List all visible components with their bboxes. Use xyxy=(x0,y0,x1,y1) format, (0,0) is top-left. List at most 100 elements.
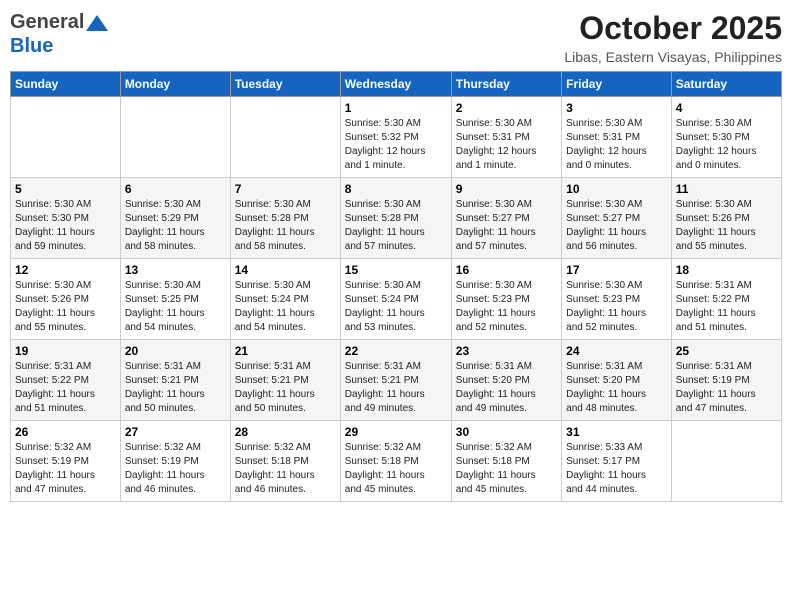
day-number: 1 xyxy=(345,101,447,115)
weekday-header-monday: Monday xyxy=(120,72,230,97)
day-number: 26 xyxy=(15,425,116,439)
day-info: Sunrise: 5:30 AM Sunset: 5:31 PM Dayligh… xyxy=(566,117,667,173)
day-number: 12 xyxy=(15,263,116,277)
calendar-cell: 23 Sunrise: 5:31 AM Sunset: 5:20 PM Dayli… xyxy=(451,340,561,421)
day-number: 19 xyxy=(15,344,116,358)
calendar-cell: 11Sunrise: 5:30 AM Sunset: 5:26 PM Dayli… xyxy=(671,178,781,259)
day-info: Sunrise: 5:30 AM Sunset: 5:31 PM Dayligh… xyxy=(456,117,557,173)
calendar-week-row: 12 Sunrise: 5:30 AM Sunset: 5:26 PM Dayli… xyxy=(11,259,782,340)
calendar-cell: 6 Sunrise: 5:30 AM Sunset: 5:29 PM Daylig… xyxy=(120,178,230,259)
day-number: 8 xyxy=(345,182,447,196)
day-number: 31 xyxy=(566,425,667,439)
calendar-cell: 7 Sunrise: 5:30 AM Sunset: 5:28 PM Daylig… xyxy=(230,178,340,259)
weekday-header-saturday: Saturday xyxy=(671,72,781,97)
day-info: Sunrise: 5:30 AM Sunset: 5:28 PM Dayligh… xyxy=(235,198,336,254)
calendar-cell: 3 Sunrise: 5:30 AM Sunset: 5:31 PM Daylig… xyxy=(562,97,672,178)
day-number: 7 xyxy=(235,182,336,196)
day-info: Sunrise: 5:31 AM Sunset: 5:21 PM Dayligh… xyxy=(125,360,226,416)
day-number: 16 xyxy=(456,263,557,277)
calendar-header-row: SundayMondayTuesdayWednesdayThursdayFrid… xyxy=(11,72,782,97)
calendar-cell: 10Sunrise: 5:30 AM Sunset: 5:27 PM Dayli… xyxy=(562,178,672,259)
calendar-cell: 8 Sunrise: 5:30 AM Sunset: 5:28 PM Daylig… xyxy=(340,178,451,259)
day-number: 28 xyxy=(235,425,336,439)
day-info: Sunrise: 5:31 AM Sunset: 5:21 PM Dayligh… xyxy=(345,360,447,416)
weekday-header-thursday: Thursday xyxy=(451,72,561,97)
calendar-cell: 12 Sunrise: 5:30 AM Sunset: 5:26 PM Dayli… xyxy=(11,259,121,340)
day-info: Sunrise: 5:30 AM Sunset: 5:30 PM Dayligh… xyxy=(15,198,116,254)
day-info: Sunrise: 5:32 AM Sunset: 5:18 PM Dayligh… xyxy=(345,441,447,497)
day-info: Sunrise: 5:31 AM Sunset: 5:20 PM Dayligh… xyxy=(456,360,557,416)
calendar-cell: 19 Sunrise: 5:31 AM Sunset: 5:22 PM Dayli… xyxy=(11,340,121,421)
header: General Blue October 2025 Libas, Eastern… xyxy=(10,10,782,65)
logo: General Blue xyxy=(10,10,108,58)
calendar-cell: 13Sunrise: 5:30 AM Sunset: 5:25 PM Dayli… xyxy=(120,259,230,340)
day-number: 23 xyxy=(456,344,557,358)
day-info: Sunrise: 5:30 AM Sunset: 5:25 PM Dayligh… xyxy=(125,279,226,335)
month-title: October 2025 xyxy=(564,10,782,47)
day-number: 17 xyxy=(566,263,667,277)
day-info: Sunrise: 5:32 AM Sunset: 5:18 PM Dayligh… xyxy=(456,441,557,497)
calendar-cell xyxy=(671,421,781,502)
calendar-cell: 20Sunrise: 5:31 AM Sunset: 5:21 PM Dayli… xyxy=(120,340,230,421)
day-number: 18 xyxy=(676,263,777,277)
logo-general-text: General xyxy=(10,10,84,34)
calendar-cell: 9 Sunrise: 5:30 AM Sunset: 5:27 PM Daylig… xyxy=(451,178,561,259)
day-info: Sunrise: 5:30 AM Sunset: 5:29 PM Dayligh… xyxy=(125,198,226,254)
day-info: Sunrise: 5:30 AM Sunset: 5:23 PM Dayligh… xyxy=(566,279,667,335)
day-number: 2 xyxy=(456,101,557,115)
weekday-header-wednesday: Wednesday xyxy=(340,72,451,97)
day-info: Sunrise: 5:30 AM Sunset: 5:30 PM Dayligh… xyxy=(676,117,777,173)
day-info: Sunrise: 5:32 AM Sunset: 5:19 PM Dayligh… xyxy=(125,441,226,497)
day-number: 10 xyxy=(566,182,667,196)
calendar-cell: 18 Sunrise: 5:31 AM Sunset: 5:22 PM Dayli… xyxy=(671,259,781,340)
day-info: Sunrise: 5:30 AM Sunset: 5:26 PM Dayligh… xyxy=(15,279,116,335)
page-container: General Blue October 2025 Libas, Eastern… xyxy=(0,0,792,512)
calendar-week-row: 5Sunrise: 5:30 AM Sunset: 5:30 PM Daylig… xyxy=(11,178,782,259)
day-info: Sunrise: 5:30 AM Sunset: 5:24 PM Dayligh… xyxy=(345,279,447,335)
calendar-cell: 16 Sunrise: 5:30 AM Sunset: 5:23 PM Dayli… xyxy=(451,259,561,340)
day-number: 24 xyxy=(566,344,667,358)
calendar-cell: 15 Sunrise: 5:30 AM Sunset: 5:24 PM Dayli… xyxy=(340,259,451,340)
calendar-week-row: 1 Sunrise: 5:30 AM Sunset: 5:32 PM Daylig… xyxy=(11,97,782,178)
day-info: Sunrise: 5:32 AM Sunset: 5:18 PM Dayligh… xyxy=(235,441,336,497)
location-title: Libas, Eastern Visayas, Philippines xyxy=(564,49,782,65)
day-info: Sunrise: 5:31 AM Sunset: 5:22 PM Dayligh… xyxy=(15,360,116,416)
day-info: Sunrise: 5:30 AM Sunset: 5:32 PM Dayligh… xyxy=(345,117,447,173)
day-info: Sunrise: 5:30 AM Sunset: 5:27 PM Dayligh… xyxy=(456,198,557,254)
day-info: Sunrise: 5:33 AM Sunset: 5:17 PM Dayligh… xyxy=(566,441,667,497)
weekday-header-tuesday: Tuesday xyxy=(230,72,340,97)
calendar-cell: 14Sunrise: 5:30 AM Sunset: 5:24 PM Dayli… xyxy=(230,259,340,340)
weekday-header-friday: Friday xyxy=(562,72,672,97)
logo-blue-text: Blue xyxy=(10,34,108,58)
day-info: Sunrise: 5:31 AM Sunset: 5:21 PM Dayligh… xyxy=(235,360,336,416)
calendar-cell: 1 Sunrise: 5:30 AM Sunset: 5:32 PM Daylig… xyxy=(340,97,451,178)
calendar-cell xyxy=(120,97,230,178)
calendar-cell: 17 Sunrise: 5:30 AM Sunset: 5:23 PM Dayli… xyxy=(562,259,672,340)
day-number: 3 xyxy=(566,101,667,115)
calendar-cell: 28 Sunrise: 5:32 AM Sunset: 5:18 PM Dayli… xyxy=(230,421,340,502)
day-number: 25 xyxy=(676,344,777,358)
calendar-cell: 31 Sunrise: 5:33 AM Sunset: 5:17 PM Dayli… xyxy=(562,421,672,502)
day-number: 9 xyxy=(456,182,557,196)
calendar-cell: 30 Sunrise: 5:32 AM Sunset: 5:18 PM Dayli… xyxy=(451,421,561,502)
day-info: Sunrise: 5:30 AM Sunset: 5:23 PM Dayligh… xyxy=(456,279,557,335)
day-number: 29 xyxy=(345,425,447,439)
day-number: 22 xyxy=(345,344,447,358)
day-number: 11 xyxy=(676,182,777,196)
day-info: Sunrise: 5:32 AM Sunset: 5:19 PM Dayligh… xyxy=(15,441,116,497)
weekday-header-sunday: Sunday xyxy=(11,72,121,97)
day-info: Sunrise: 5:30 AM Sunset: 5:28 PM Dayligh… xyxy=(345,198,447,254)
calendar-cell: 24Sunrise: 5:31 AM Sunset: 5:20 PM Dayli… xyxy=(562,340,672,421)
day-number: 15 xyxy=(345,263,447,277)
calendar-cell: 5Sunrise: 5:30 AM Sunset: 5:30 PM Daylig… xyxy=(11,178,121,259)
logo-triangle-icon xyxy=(86,13,108,33)
calendar-cell: 27 Sunrise: 5:32 AM Sunset: 5:19 PM Dayli… xyxy=(120,421,230,502)
day-number: 27 xyxy=(125,425,226,439)
day-info: Sunrise: 5:31 AM Sunset: 5:22 PM Dayligh… xyxy=(676,279,777,335)
calendar-cell: 26 Sunrise: 5:32 AM Sunset: 5:19 PM Dayli… xyxy=(11,421,121,502)
calendar-cell: 4Sunrise: 5:30 AM Sunset: 5:30 PM Daylig… xyxy=(671,97,781,178)
day-number: 6 xyxy=(125,182,226,196)
day-number: 30 xyxy=(456,425,557,439)
calendar-cell: 22 Sunrise: 5:31 AM Sunset: 5:21 PM Dayli… xyxy=(340,340,451,421)
calendar-cell xyxy=(11,97,121,178)
